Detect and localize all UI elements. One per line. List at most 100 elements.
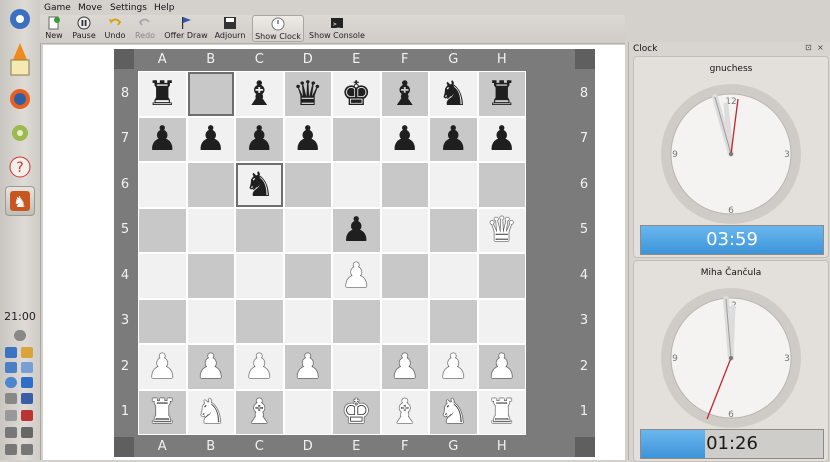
- square-f3[interactable]: [381, 299, 428, 343]
- square-c4[interactable]: [236, 254, 283, 298]
- white-bishop-icon[interactable]: ♝: [244, 395, 274, 429]
- square-e6[interactable]: [333, 163, 380, 207]
- tray-icon-5[interactable]: [5, 393, 17, 404]
- square-d4[interactable]: [284, 254, 331, 298]
- white-pawn-icon[interactable]: ♟: [196, 350, 226, 384]
- square-h4[interactable]: [478, 254, 525, 298]
- white-queen-icon[interactable]: ♛: [487, 213, 517, 247]
- square-a2[interactable]: ♟: [139, 345, 186, 389]
- pause-button[interactable]: Pause: [70, 15, 98, 42]
- menu-game[interactable]: Game: [44, 3, 71, 13]
- square-b2[interactable]: ♟: [187, 345, 234, 389]
- black-knight-icon[interactable]: ♞: [244, 168, 274, 202]
- white-knight-icon[interactable]: ♞: [438, 395, 468, 429]
- square-h3[interactable]: [478, 299, 525, 343]
- volume-icon[interactable]: [5, 427, 17, 438]
- download-icon[interactable]: [21, 377, 33, 388]
- square-a5[interactable]: [139, 208, 186, 252]
- white-knight-icon[interactable]: ♞: [196, 395, 226, 429]
- square-d3[interactable]: [284, 299, 331, 343]
- scissors-icon[interactable]: [5, 410, 17, 421]
- black-pawn-icon[interactable]: ♟: [196, 122, 226, 156]
- tray-icon-4[interactable]: [21, 362, 33, 373]
- wifi-icon[interactable]: [21, 444, 33, 455]
- white-pawn-icon[interactable]: ♟: [147, 350, 177, 384]
- square-c1[interactable]: ♝: [236, 390, 283, 434]
- square-h2[interactable]: ♟: [478, 345, 525, 389]
- black-pawn-icon[interactable]: ♟: [147, 122, 177, 156]
- white-pawn-icon[interactable]: ♟: [293, 350, 323, 384]
- info-tray-icon[interactable]: [14, 330, 26, 341]
- notes-icon[interactable]: [5, 52, 35, 82]
- black-pawn-icon[interactable]: ♟: [293, 122, 323, 156]
- undo-button[interactable]: Undo: [102, 15, 128, 42]
- square-b8[interactable]: [187, 72, 234, 116]
- square-h6[interactable]: [478, 163, 525, 207]
- black-rook-icon[interactable]: ♜: [147, 77, 177, 111]
- square-c7[interactable]: ♟: [236, 117, 283, 161]
- black-king-icon[interactable]: ♚: [341, 77, 371, 111]
- adjourn-button[interactable]: Adjourn: [214, 15, 246, 42]
- white-pawn-icon[interactable]: ♟: [390, 350, 420, 384]
- menu-help[interactable]: Help: [154, 3, 175, 13]
- keyboard-flag-icon[interactable]: [21, 410, 33, 421]
- black-bishop-icon[interactable]: ♝: [390, 77, 420, 111]
- settings-gear-icon[interactable]: [5, 118, 35, 148]
- square-e5[interactable]: ♟: [333, 208, 380, 252]
- square-h5[interactable]: ♛: [478, 208, 525, 252]
- square-f4[interactable]: [381, 254, 428, 298]
- square-c6[interactable]: ♞: [236, 163, 283, 207]
- menu-settings[interactable]: Settings: [110, 3, 147, 13]
- help-icon[interactable]: ?: [5, 152, 35, 182]
- square-a4[interactable]: [139, 254, 186, 298]
- square-g6[interactable]: [430, 163, 477, 207]
- square-e4[interactable]: ♟: [333, 254, 380, 298]
- square-g2[interactable]: ♟: [430, 345, 477, 389]
- square-d5[interactable]: [284, 208, 331, 252]
- square-b1[interactable]: ♞: [187, 390, 234, 434]
- show-console-button[interactable]: >_ Show Console: [308, 15, 366, 42]
- square-g8[interactable]: ♞: [430, 72, 477, 116]
- black-knight-icon[interactable]: ♞: [438, 77, 468, 111]
- white-pawn-icon[interactable]: ♟: [244, 350, 274, 384]
- white-king-icon[interactable]: ♚: [341, 395, 371, 429]
- black-pawn-icon[interactable]: ♟: [438, 122, 468, 156]
- square-c2[interactable]: ♟: [236, 345, 283, 389]
- square-g4[interactable]: [430, 254, 477, 298]
- redo-button[interactable]: Redo: [133, 15, 157, 42]
- square-g5[interactable]: [430, 208, 477, 252]
- square-b3[interactable]: [187, 299, 234, 343]
- square-b7[interactable]: ♟: [187, 117, 234, 161]
- square-a6[interactable]: [139, 163, 186, 207]
- close-panel-icon[interactable]: ×: [817, 43, 824, 52]
- white-rook-icon[interactable]: ♜: [487, 395, 517, 429]
- tray-icon-3[interactable]: [5, 362, 17, 373]
- black-pawn-icon[interactable]: ♟: [244, 122, 274, 156]
- square-e2[interactable]: [333, 345, 380, 389]
- tray-icon-2[interactable]: [21, 347, 33, 358]
- square-a8[interactable]: ♜: [139, 72, 186, 116]
- square-e8[interactable]: ♚: [333, 72, 380, 116]
- black-pawn-icon[interactable]: ♟: [341, 213, 371, 247]
- square-d6[interactable]: [284, 163, 331, 207]
- white-bishop-icon[interactable]: ♝: [390, 395, 420, 429]
- knights-chess-icon[interactable]: ♞: [5, 186, 35, 216]
- square-g3[interactable]: [430, 299, 477, 343]
- taskbar-clock[interactable]: 21:00: [0, 310, 40, 323]
- square-c3[interactable]: [236, 299, 283, 343]
- float-panel-icon[interactable]: ⊡: [805, 43, 812, 52]
- new-button[interactable]: New: [42, 15, 66, 42]
- firefox-icon[interactable]: [5, 84, 35, 114]
- square-b4[interactable]: [187, 254, 234, 298]
- square-d2[interactable]: ♟: [284, 345, 331, 389]
- menu-move[interactable]: Move: [78, 3, 102, 13]
- square-d1[interactable]: [284, 390, 331, 434]
- square-c8[interactable]: ♝: [236, 72, 283, 116]
- app-menu-icon[interactable]: [5, 4, 35, 34]
- square-g7[interactable]: ♟: [430, 117, 477, 161]
- tray-icon-1[interactable]: [5, 347, 17, 358]
- battery-icon[interactable]: [5, 444, 17, 455]
- tray-icon-6[interactable]: [21, 393, 33, 404]
- square-c5[interactable]: [236, 208, 283, 252]
- square-b6[interactable]: [187, 163, 234, 207]
